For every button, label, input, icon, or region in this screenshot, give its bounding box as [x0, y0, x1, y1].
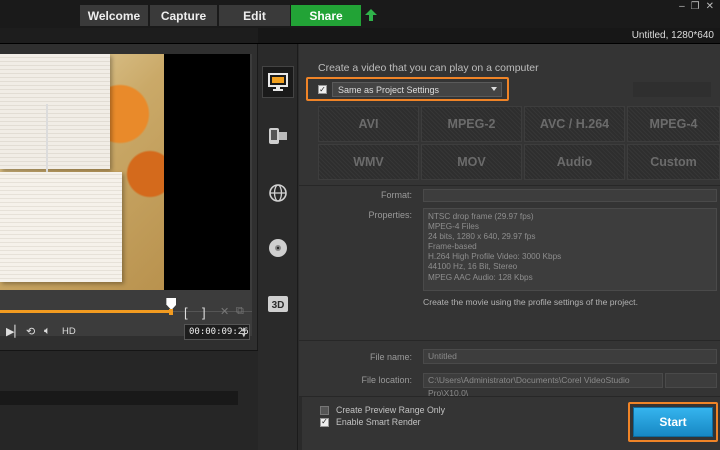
cut-clip-icon[interactable]: ✕ [220, 305, 229, 318]
format-label: Format: [380, 190, 412, 200]
window-controls: – ❐ ✕ [679, 1, 714, 12]
device-icon [269, 128, 287, 144]
copy-clip-icon[interactable]: ⧉ [236, 305, 244, 318]
hd-toggle[interactable]: HD [62, 326, 76, 337]
share-settings-panel: Create a video that you can play on a co… [299, 44, 720, 450]
top-tab-bar: Welcome Capture Edit Share – ❐ ✕ [0, 0, 720, 28]
close-icon[interactable]: ✕ [706, 1, 714, 12]
timeline-track[interactable] [0, 391, 238, 405]
video-frame [0, 54, 164, 290]
3d-icon-label: 3D [272, 300, 285, 311]
smart-render-option[interactable]: ✓ Enable Smart Render [320, 417, 421, 427]
property-line: MPEG AAC Audio: 128 Kbps [428, 272, 533, 282]
preview-window[interactable] [0, 54, 252, 336]
tab-edit[interactable]: Edit [219, 5, 290, 26]
profile-select-value: Same as Project Settings [338, 84, 440, 95]
format-field[interactable] [423, 189, 717, 202]
preview-range-checkbox[interactable] [320, 405, 329, 415]
next-frame-icon[interactable]: ▶▏ [6, 325, 23, 338]
restore-icon[interactable]: ❐ [691, 1, 700, 12]
format-mov[interactable]: MOV [421, 144, 522, 180]
category-disc[interactable] [262, 232, 294, 264]
format-grid: AVI MPEG-2 AVC / H.264 MPEG-4 WMV MOV Au… [318, 106, 720, 182]
project-info: Untitled, 1280*640 [631, 30, 714, 41]
category-web[interactable] [262, 177, 294, 209]
property-line: H.264 High Profile Video: 3000 Kbps [428, 252, 562, 262]
tab-capture[interactable]: Capture [150, 5, 217, 26]
divider [299, 185, 720, 186]
mark-in-button[interactable]: [ [184, 305, 188, 320]
scrub-bar-progress[interactable] [0, 310, 172, 313]
property-line: 24 bits, 1280 x 640, 29.97 fps [428, 232, 536, 242]
divider [299, 340, 720, 341]
file-location-label: File location: [361, 375, 412, 385]
timecode-value: 00:00:09:26 [189, 327, 249, 337]
property-line: NTSC drop frame (29.97 fps) [428, 212, 534, 221]
format-custom[interactable]: Custom [627, 144, 720, 180]
format-mpeg4[interactable]: MPEG-4 [627, 106, 720, 142]
left-gutter [299, 397, 302, 450]
property-line: MPEG-4 Files [428, 222, 479, 232]
property-line: 44100 Hz, 16 Bit, Stereo [428, 262, 518, 272]
timeline-area [0, 350, 258, 450]
category-computer[interactable] [262, 66, 294, 98]
minimize-icon[interactable]: – [679, 1, 685, 12]
preview-range-label: Create Preview Range Only [336, 405, 446, 415]
format-wmv[interactable]: WMV [318, 144, 419, 180]
project-info-bar: Untitled, 1280*640 [0, 28, 720, 44]
3d-icon: 3D [268, 296, 288, 312]
smart-render-label: Enable Smart Render [336, 417, 421, 427]
browse-button[interactable] [665, 373, 717, 388]
video-content-paper [0, 54, 110, 169]
properties-box: NTSC drop frame (29.97 fps) MPEG-4 Files… [423, 208, 717, 291]
file-name-field[interactable]: Untitled [423, 349, 717, 364]
start-highlight: Start [628, 402, 718, 442]
share-heading: Create a video that you can play on a co… [318, 62, 539, 74]
category-device[interactable] [262, 120, 294, 152]
property-line: Frame-based [428, 242, 477, 252]
playhead-marker [169, 309, 174, 315]
repeat-icon[interactable]: ⟲ [26, 325, 35, 338]
format-mpeg2[interactable]: MPEG-2 [421, 106, 522, 142]
share-category-sidebar: 3D [258, 44, 298, 450]
category-3d[interactable]: 3D [262, 288, 294, 320]
profile-select[interactable]: Same as Project Settings [332, 82, 502, 97]
smart-render-checkbox[interactable]: ✓ [320, 417, 329, 427]
format-avi[interactable]: AVI [318, 106, 419, 142]
format-audio[interactable]: Audio [524, 144, 625, 180]
file-location-field[interactable]: C:\Users\Administrator\Documents\Corel V… [423, 373, 663, 398]
volume-icon[interactable]: 🔈︎ [44, 325, 51, 338]
preview-header [0, 28, 258, 43]
mark-out-button[interactable]: ] [202, 305, 206, 320]
profile-checkbox[interactable]: ✓ [318, 85, 327, 94]
profile-description: Create the movie using the profile setti… [423, 297, 638, 307]
divider [299, 396, 720, 397]
monitor-icon [268, 73, 288, 91]
file-name-label: File name: [369, 352, 412, 362]
timecode-spinner-icon[interactable]: ▲ ▼ [242, 326, 246, 339]
format-avc-h264[interactable]: AVC / H.264 [524, 106, 625, 142]
video-content-card [0, 172, 122, 282]
globe-icon [269, 184, 287, 202]
tab-share[interactable]: Share [291, 5, 361, 26]
disc-icon [269, 239, 287, 257]
start-button[interactable]: Start [633, 407, 713, 437]
properties-label: Properties: [368, 210, 412, 220]
letterbox-bar [164, 54, 250, 290]
chevron-down-icon [491, 87, 497, 91]
timecode-field[interactable]: 00:00:09:26 ▲ ▼ [184, 324, 250, 340]
upload-arrow-icon[interactable] [364, 8, 378, 22]
tab-welcome[interactable]: Welcome [80, 5, 148, 26]
disabled-control [633, 82, 711, 97]
preview-range-option[interactable]: Create Preview Range Only [320, 405, 445, 415]
